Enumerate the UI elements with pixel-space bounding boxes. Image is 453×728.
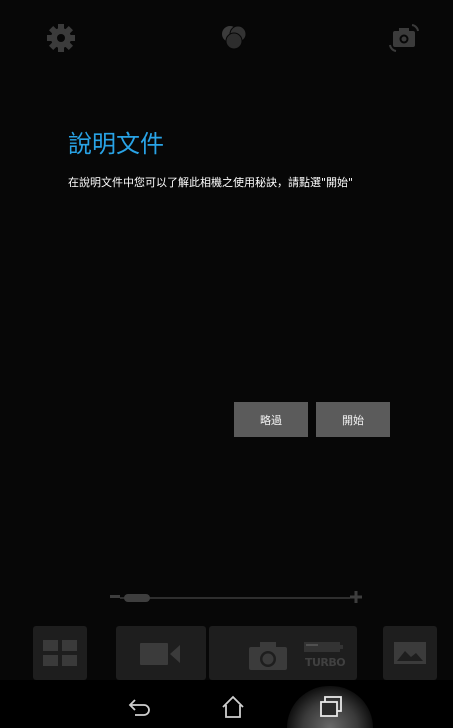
- help-title: 說明文件: [68, 130, 164, 158]
- start-button[interactable]: 開始: [316, 402, 390, 437]
- settings-gear-icon[interactable]: [45, 22, 77, 54]
- gallery-button[interactable]: [383, 626, 437, 680]
- zoom-out-icon[interactable]: [110, 595, 120, 598]
- help-description: 在說明文件中您可以了解此相機之使用秘訣，請點選"開始": [68, 176, 354, 189]
- camera-icon: [249, 642, 287, 670]
- switch-camera-icon[interactable]: [388, 22, 420, 54]
- video-record-button[interactable]: [116, 626, 206, 680]
- bottom-controls: TURBO: [0, 620, 453, 680]
- video-camera-icon: [140, 643, 180, 665]
- turbo-label: TURBO: [305, 656, 346, 669]
- camera-screen: 說明文件 在說明文件中您可以了解此相機之使用秘訣，請點選"開始" 略過 開始 T…: [0, 0, 453, 728]
- zoom-slider[interactable]: [120, 597, 350, 599]
- turbo-battery-icon: [304, 642, 343, 652]
- zoom-in-icon[interactable]: [350, 591, 362, 603]
- recent-apps-icon[interactable]: [318, 694, 344, 720]
- shutter-button[interactable]: TURBO: [209, 626, 357, 680]
- back-icon[interactable]: [127, 694, 153, 720]
- gallery-icon: [394, 642, 426, 664]
- skip-button[interactable]: 略過: [234, 402, 308, 437]
- grid-menu-icon: [43, 640, 77, 666]
- home-icon[interactable]: [220, 694, 246, 720]
- zoom-slider-thumb[interactable]: [124, 594, 150, 602]
- color-effects-icon[interactable]: [218, 22, 250, 54]
- mode-menu-button[interactable]: [33, 626, 87, 680]
- top-toolbar: [0, 0, 453, 72]
